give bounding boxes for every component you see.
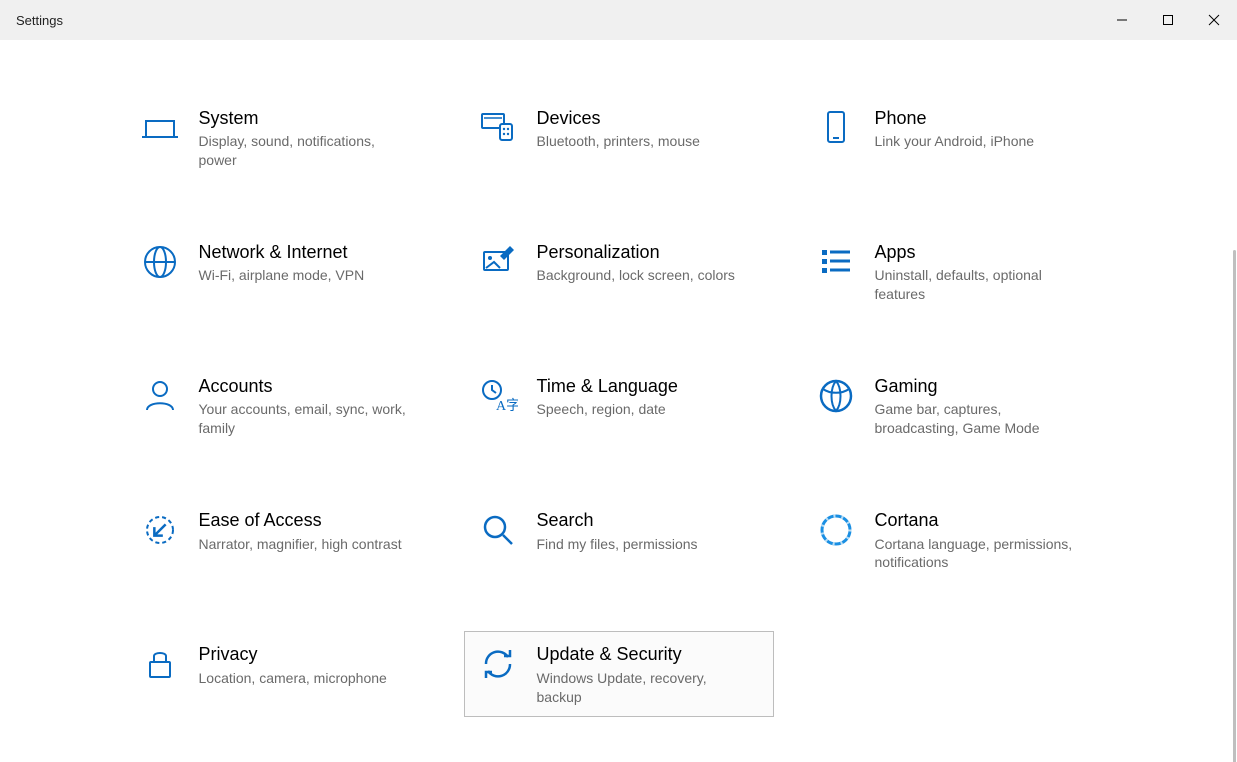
close-button[interactable]: [1191, 0, 1237, 40]
tile-title: Privacy: [199, 642, 387, 666]
phone-icon: [811, 106, 861, 148]
tile-subtitle: Find my files, permissions: [537, 535, 698, 554]
search-icon: [473, 508, 523, 550]
tile-title: Cortana: [875, 508, 1085, 532]
gaming-icon: [811, 374, 861, 416]
titlebar: Settings: [0, 0, 1237, 40]
apps-icon: [811, 240, 861, 282]
tile-subtitle: Narrator, magnifier, high contrast: [199, 535, 402, 554]
tile-title: Update & Security: [537, 642, 747, 666]
tile-title: Devices: [537, 106, 700, 130]
tile-subtitle: Bluetooth, printers, mouse: [537, 132, 700, 151]
maximize-button[interactable]: [1145, 0, 1191, 40]
window-title: Settings: [0, 13, 63, 28]
tile-title: Time & Language: [537, 374, 678, 398]
tile-title: Network & Internet: [199, 240, 365, 264]
ease-icon: [135, 508, 185, 550]
tile-title: Gaming: [875, 374, 1085, 398]
tile-title: Personalization: [537, 240, 735, 264]
settings-tile-phone[interactable]: Phone Link your Android, iPhone: [802, 95, 1112, 181]
settings-tile-apps[interactable]: AppsUninstall, defaults, optional featur…: [802, 229, 1112, 315]
tile-subtitle: Game bar, captures, broadcasting, Game M…: [875, 400, 1085, 438]
settings-tile-accounts[interactable]: AccountsYour accounts, email, sync, work…: [126, 363, 436, 449]
tile-title: System: [199, 106, 409, 130]
accounts-icon: [135, 374, 185, 416]
tile-subtitle: Location, camera, microphone: [199, 669, 387, 688]
tile-subtitle: Cortana language, permissions, notificat…: [875, 535, 1085, 573]
settings-tile-personalization[interactable]: Personalization Background, lock screen, …: [464, 229, 774, 315]
network-icon: [135, 240, 185, 282]
settings-tile-search[interactable]: Search Find my files, permissions: [464, 497, 774, 583]
minimize-button[interactable]: [1099, 0, 1145, 40]
tile-subtitle: Link your Android, iPhone: [875, 132, 1035, 151]
cortana-icon: [811, 508, 861, 550]
settings-tile-network[interactable]: Network & Internet Wi-Fi, airplane mode, …: [126, 229, 436, 315]
tile-title: Phone: [875, 106, 1035, 130]
tile-subtitle: Background, lock screen, colors: [537, 266, 735, 285]
tile-subtitle: Your accounts, email, sync, work, family: [199, 400, 409, 438]
tile-subtitle: Windows Update, recovery, backup: [537, 669, 747, 707]
settings-tile-update[interactable]: Update & Security Windows Update, recover…: [464, 631, 774, 717]
settings-tile-system[interactable]: SystemDisplay, sound, notifications, pow…: [126, 95, 436, 181]
tile-subtitle: Display, sound, notifications, power: [199, 132, 409, 170]
tile-subtitle: Speech, region, date: [537, 400, 678, 419]
devices-icon: [473, 106, 523, 148]
personalization-icon: [473, 240, 523, 282]
settings-grid: SystemDisplay, sound, notifications, pow…: [119, 95, 1119, 717]
settings-tile-ease[interactable]: Ease of Access Narrator, magnifier, high …: [126, 497, 436, 583]
tile-subtitle: Uninstall, defaults, optional features: [875, 266, 1085, 304]
settings-tile-gaming[interactable]: GamingGame bar, captures, broadcasting, …: [802, 363, 1112, 449]
time-icon: [473, 374, 523, 416]
scrollbar[interactable]: [1233, 250, 1236, 762]
tile-title: Accounts: [199, 374, 409, 398]
tile-subtitle: Wi-Fi, airplane mode, VPN: [199, 266, 365, 285]
tile-title: Ease of Access: [199, 508, 402, 532]
settings-tile-devices[interactable]: Devices Bluetooth, printers, mouse: [464, 95, 774, 181]
settings-tile-privacy[interactable]: Privacy Location, camera, microphone: [126, 631, 436, 717]
content-area: SystemDisplay, sound, notifications, pow…: [0, 40, 1237, 762]
settings-tile-time[interactable]: Time & Language Speech, region, date: [464, 363, 774, 449]
tile-title: Search: [537, 508, 698, 532]
privacy-icon: [135, 642, 185, 684]
tile-title: Apps: [875, 240, 1085, 264]
settings-tile-cortana[interactable]: Cortana Cortana language, permissions, no…: [802, 497, 1112, 583]
update-icon: [473, 642, 523, 684]
system-icon: [135, 106, 185, 148]
